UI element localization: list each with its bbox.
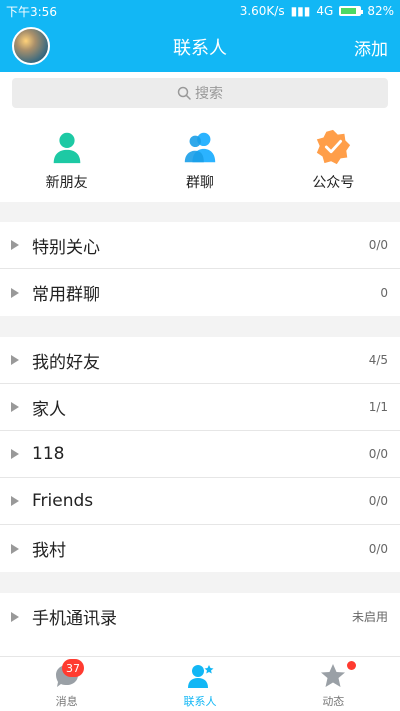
chevron-right-icon [0,611,26,622]
chevron-right-icon [0,240,26,250]
list-item[interactable]: 家人 1/1 [0,384,400,431]
person-icon [53,132,80,164]
notification-dot [346,661,356,670]
network-type: 4G [316,4,334,18]
group-count: 0 [380,285,388,300]
battery-fill [341,8,357,14]
list-item[interactable]: 118 0/0 [0,431,400,478]
chevron-right-icon [0,496,26,506]
chevron-right-icon [0,355,26,365]
nav-messages[interactable]: 37 消息 [0,657,133,711]
group-name: 常用群聊 [32,285,100,305]
search-placeholder: 搜索 [195,86,223,102]
public-accounts-label: 公众号 [312,175,355,191]
chevron-right-icon [0,449,26,459]
group-count: 未启用 [351,610,388,624]
page-title: 联系人 [173,38,227,59]
group-chat-label: 群聊 [185,175,214,191]
search-section: 搜索 [0,72,400,116]
group-count: 0/0 [368,494,388,508]
status-right: 3.60K/s ▮▮▮ 4G 82% [240,4,394,18]
battery-icon [339,6,364,16]
group-count: 1/1 [368,400,388,414]
search-input[interactable]: 搜索 [12,78,388,108]
quick-actions: 新朋友 群聊 公众号 [0,116,400,202]
status-time: 下午3:56 [6,4,57,19]
nav-moments[interactable]: 动态 [267,657,400,711]
list-item[interactable]: 手机通讯录 未启用 [0,593,400,640]
group-chat-button[interactable]: 群聊 [133,116,266,202]
contact-groups-2: 我的好友 4/5 家人 1/1 118 0/0 Friends 0/0 我村 0… [0,337,400,572]
group-name: 手机通讯录 [32,609,117,629]
unread-badge: 37 [62,659,84,677]
bottom-nav: 37 消息 联系人 动态 [0,656,400,711]
list-item[interactable]: Friends 0/0 [0,478,400,525]
group-count: 4/5 [368,353,388,367]
group-count: 0/0 [368,238,388,252]
group-icon [184,132,216,163]
nav-label: 联系人 [183,695,217,708]
avatar[interactable] [12,27,50,65]
group-name: 特别关心 [32,237,100,258]
nav-contacts[interactable]: 联系人 [133,657,266,711]
list-item[interactable]: 特别关心 0/0 [0,222,400,269]
add-button[interactable]: 添加 [354,35,388,60]
public-accounts-button[interactable]: 公众号 [267,116,400,202]
chevron-right-icon [0,287,26,298]
list-item[interactable]: 常用群聊 0 [0,269,400,316]
new-friends-label: 新朋友 [45,175,88,191]
new-friends-button[interactable]: 新朋友 [0,116,133,202]
nav-label: 动态 [322,695,345,708]
group-name: Friends [32,491,94,511]
contact-groups-1: 特别关心 0/0 常用群聊 0 [0,222,400,316]
list-item[interactable]: 我村 0/0 [0,525,400,572]
star-icon [321,664,346,687]
group-name: 118 [32,444,65,464]
verified-badge-icon [317,129,351,165]
group-count: 0/0 [368,541,388,556]
group-name: 我村 [32,541,66,561]
battery-text: 82% [367,4,394,18]
group-count: 0/0 [368,447,388,461]
search-icon [177,86,191,100]
signal-icon: ▮▮▮ [290,4,311,18]
group-name: 我的好友 [32,352,100,373]
list-item[interactable]: 我的好友 4/5 [0,337,400,384]
chevron-right-icon [0,543,26,554]
title-bar: 联系人 添加 [0,22,400,72]
contact-groups-3: 手机通讯录 未启用 [0,593,400,656]
network-speed: 3.60K/s [239,4,285,18]
group-name: 家人 [32,399,66,420]
chevron-right-icon [0,402,26,412]
status-bar: 下午3:56 3.60K/s ▮▮▮ 4G 82% [0,0,400,22]
nav-label: 消息 [55,695,78,708]
contacts-icon [187,665,214,688]
